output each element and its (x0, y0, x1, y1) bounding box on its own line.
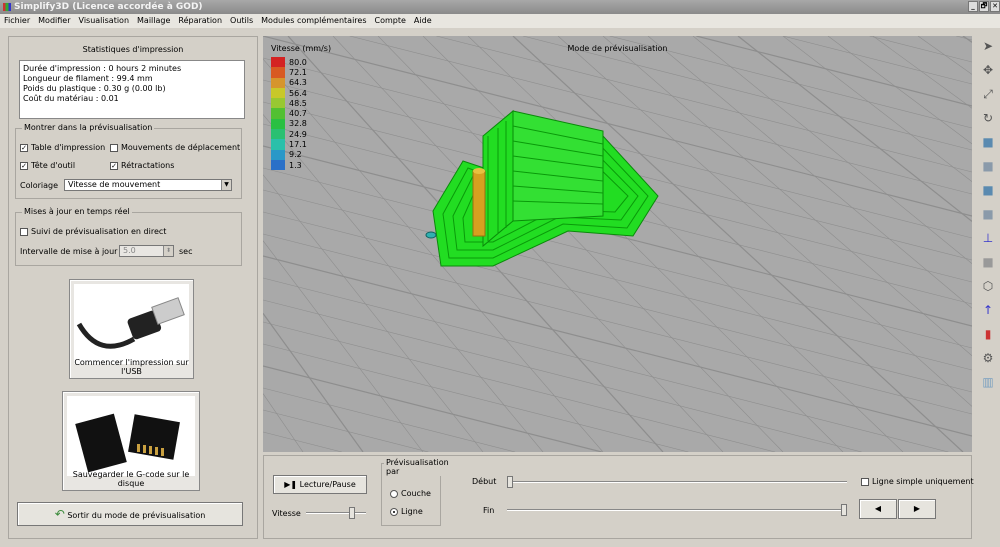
speed-slider-thumb[interactable] (349, 507, 356, 519)
menu-modules[interactable]: Modules complémentaires (261, 14, 366, 28)
stat-duration: Durée d'impression : 0 hours 2 minutes (23, 64, 182, 73)
next-button[interactable]: ▶ (898, 499, 936, 519)
radio-layer[interactable]: Couche (390, 489, 431, 498)
right-toolbar: ➤ ✥ ⤢ ↻ ■ ■ ■ ■ ⊥ ■ ⬡ ↑ ▮ ⚙ ▥ (978, 36, 1000, 416)
left-panel: Statistiques d'impression Durée d'impres… (8, 36, 258, 539)
stats-title: Statistiques d'impression (82, 45, 184, 54)
view-front-icon[interactable]: ■ (978, 156, 998, 176)
stat-filament: Longueur de filament : 99.4 mm (23, 74, 153, 83)
checkbox-retractions[interactable]: ✓ Rétractations (110, 161, 174, 170)
menu-compte[interactable]: Compte (375, 14, 406, 28)
interval-input[interactable]: 5.0 ⬍ (119, 245, 174, 257)
minimize-button[interactable]: _ (968, 1, 978, 12)
checkbox-live-follow[interactable]: Suivi de prévisualisation en direct (20, 227, 166, 236)
menu-visualisation[interactable]: Visualisation (79, 14, 130, 28)
cross-section-icon[interactable]: ▮ (978, 324, 998, 344)
stat-cost: Coût du matériau : 0.01 (23, 94, 119, 103)
wireframe-icon[interactable]: ⬡ (978, 276, 998, 296)
spinner-icon[interactable]: ⬍ (163, 246, 173, 256)
end-slider[interactable] (507, 509, 847, 511)
menu-fichier[interactable]: Fichier (4, 14, 30, 28)
checkbox-travel-moves[interactable]: Mouvements de déplacement (110, 143, 240, 152)
close-button[interactable]: ✕ (990, 1, 1000, 12)
play-pause-button[interactable]: ▶❚ Lecture/Pause (273, 475, 367, 494)
menu-outils[interactable]: Outils (230, 14, 253, 28)
stat-weight: Poids du plastique : 0.30 g (0.00 lb) (23, 84, 166, 93)
interval-unit: sec (179, 247, 193, 256)
play-pause-icon: ▶❚ (284, 480, 298, 489)
scale-icon[interactable]: ⤢ (978, 84, 998, 104)
end-label: Fin (483, 506, 495, 515)
show-group-title: Montrer dans la prévisualisation (22, 123, 155, 132)
usb-print-button[interactable]: Commencer l'impression sur l'USB (69, 279, 194, 379)
menu-maillage[interactable]: Maillage (137, 14, 170, 28)
rotate-icon[interactable]: ↻ (978, 108, 998, 128)
solid-view-icon[interactable]: ■ (978, 252, 998, 272)
axes-icon[interactable]: ⊥ (978, 228, 998, 248)
app-logo-icon (3, 3, 11, 11)
settings-gear-icon[interactable]: ⚙ (978, 348, 998, 368)
start-slider[interactable] (507, 481, 847, 483)
coloring-label: Coloriage (20, 181, 59, 190)
menu-modifier[interactable]: Modifier (38, 14, 70, 28)
move-icon[interactable]: ✥ (978, 60, 998, 80)
menu-aide[interactable]: Aide (414, 14, 432, 28)
interval-label: Intervalle de mise à jour (20, 247, 118, 256)
realtime-group-title: Mises à jour en temps réel (22, 207, 132, 216)
arrow-right-icon: ▶ (913, 504, 921, 513)
start-label: Début (472, 477, 497, 486)
supports-icon[interactable]: ▥ (978, 372, 998, 392)
preview-by-title: Prévisualisation par (384, 458, 451, 476)
end-slider-thumb[interactable] (841, 504, 847, 516)
save-gcode-button[interactable]: Sauvegarder le G-code sur le disque (62, 391, 200, 491)
view-iso-icon[interactable]: ■ (978, 204, 998, 224)
previous-button[interactable]: ◀ (859, 499, 897, 519)
stats-box: Durée d'impression : 0 hours 2 minutes L… (19, 60, 245, 119)
checkbox-single-line[interactable]: Ligne simple uniquement (861, 477, 974, 486)
arrow-left-icon: ◀ (874, 504, 882, 513)
checkbox-print-bed[interactable]: ✓ Table d'impression (20, 143, 105, 152)
exit-preview-button[interactable]: ↶ Sortir du mode de prévisualisation (17, 502, 243, 526)
speed-slider[interactable] (306, 512, 366, 514)
realtime-group: Mises à jour en temps réel Suivi de prév… (15, 207, 242, 266)
menu-reparation[interactable]: Réparation (178, 14, 222, 28)
sd-card-icon (67, 396, 195, 476)
radio-line[interactable]: Ligne (390, 507, 423, 516)
normals-icon[interactable]: ↑ (978, 300, 998, 320)
menu-bar: Fichier Modifier Visualisation Maillage Répa… (0, 14, 1000, 28)
back-arrow-icon: ↶ (54, 507, 65, 521)
preview-by-group: Prévisualisation par Couche Ligne (381, 458, 451, 526)
window-title: Simplify3D (Licence accordée à GOD) (14, 2, 203, 12)
playback-panel: ▶❚ Lecture/Pause Vitesse Prévisualisatio… (263, 455, 974, 539)
coloring-select[interactable]: Vitesse de mouvement ▼ (64, 179, 232, 191)
speed-label: Vitesse (272, 509, 301, 518)
usb-cable-icon (74, 284, 189, 364)
checkbox-tool-head[interactable]: ✓ Tête d'outil (20, 161, 75, 170)
select-cursor-icon[interactable]: ➤ (978, 36, 998, 56)
view-side-icon[interactable]: ■ (978, 180, 998, 200)
show-group: Montrer dans la prévisualisation ✓ Table … (15, 123, 242, 199)
start-slider-thumb[interactable] (507, 476, 513, 488)
chevron-down-icon: ▼ (221, 180, 231, 190)
maximize-button[interactable]: 🗗 (979, 1, 989, 12)
title-bar: Simplify3D (Licence accordée à GOD) _ 🗗 ✕ (0, 0, 1000, 14)
preview-viewport[interactable]: Mode de prévisualisation Vitesse (mm/s) … (263, 36, 972, 452)
view-top-icon[interactable]: ■ (978, 132, 998, 152)
toolpath-model (425, 109, 659, 267)
